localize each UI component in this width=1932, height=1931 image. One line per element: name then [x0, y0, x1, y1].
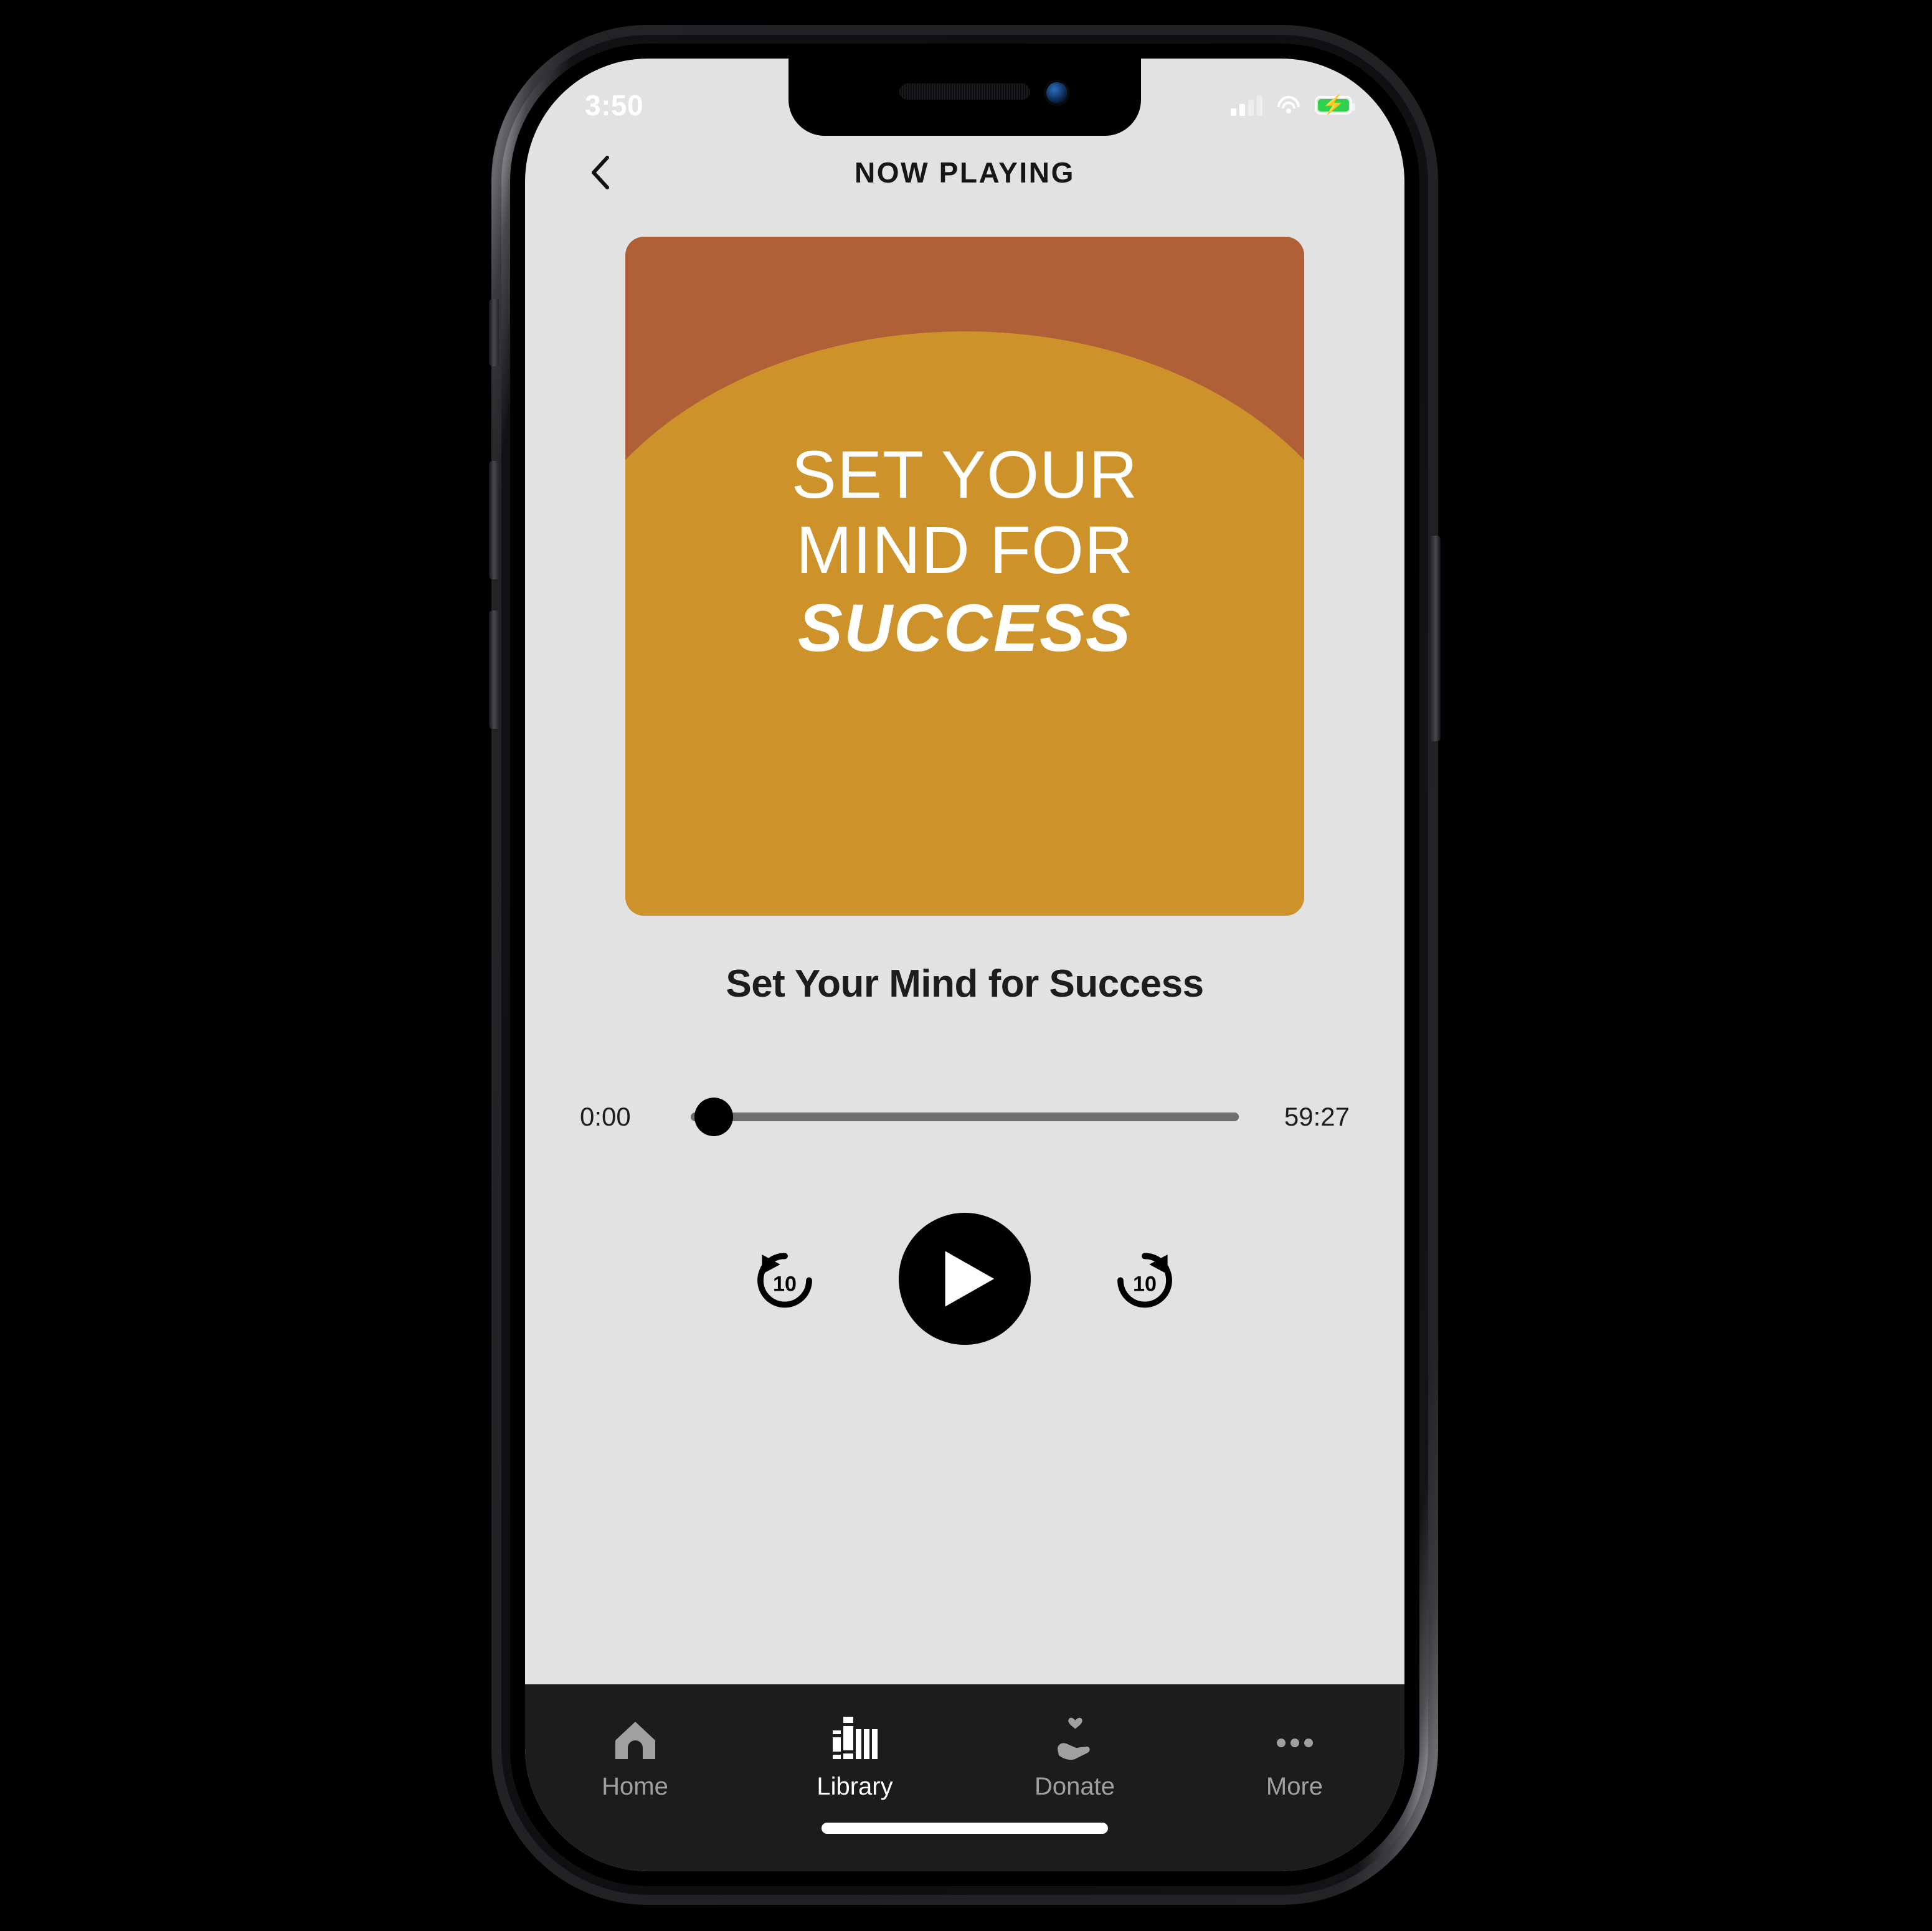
- album-art-container: SET YOUR MIND FOR SUCCESS: [525, 209, 1404, 916]
- album-artwork[interactable]: SET YOUR MIND FOR SUCCESS: [625, 237, 1304, 916]
- elapsed-time-label: 0:00: [580, 1102, 631, 1131]
- phone-screen: 3:50 ⚡ NOW PLAYING SET YOUR MIND FOR SUC…: [525, 59, 1404, 1871]
- artwork-line-1: SET YOUR: [791, 437, 1139, 512]
- progress-track: [691, 1113, 1239, 1121]
- signal-bars-icon: [1231, 95, 1262, 116]
- earpiece-speaker-icon: [899, 83, 1030, 100]
- track-title: Set Your Mind for Success: [726, 962, 1204, 1005]
- home-indicator[interactable]: [822, 1823, 1108, 1834]
- tab-library-label: Library: [817, 1773, 893, 1800]
- power-button[interactable]: [1431, 536, 1441, 741]
- svg-text:10: 10: [1133, 1273, 1157, 1296]
- home-icon: [613, 1715, 658, 1762]
- playback-controls: 10 10: [525, 1213, 1404, 1345]
- artwork-line-3: SUCCESS: [797, 589, 1132, 665]
- play-button[interactable]: [899, 1213, 1031, 1345]
- ellipsis-icon: [1271, 1715, 1319, 1762]
- nav-bar: NOW PLAYING: [525, 136, 1404, 209]
- progress-slider[interactable]: [691, 1098, 1239, 1136]
- tab-more[interactable]: More: [1185, 1715, 1404, 1801]
- mute-switch-button[interactable]: [489, 299, 499, 366]
- tab-home[interactable]: Home: [525, 1715, 745, 1801]
- page-title: NOW PLAYING: [854, 156, 1076, 189]
- status-bar-indicators: ⚡: [1231, 95, 1355, 116]
- tab-donate[interactable]: Donate: [965, 1715, 1185, 1801]
- front-camera-icon: [1046, 82, 1068, 103]
- rewind-10-icon[interactable]: 10: [747, 1241, 823, 1317]
- tab-library[interactable]: Library: [745, 1715, 965, 1801]
- tab-donate-label: Donate: [1035, 1773, 1115, 1800]
- status-bar-clock: 3:50: [585, 89, 644, 121]
- tab-home-label: Home: [602, 1773, 668, 1800]
- tab-bar: Home Library Donate More: [525, 1684, 1404, 1871]
- chevron-left-icon: [592, 156, 609, 189]
- notch: [788, 59, 1141, 136]
- back-button[interactable]: [579, 150, 623, 195]
- battery-charging-icon: ⚡: [1315, 95, 1355, 115]
- charging-bolt-icon: ⚡: [1322, 95, 1345, 115]
- volume-up-button[interactable]: [489, 461, 499, 579]
- progress-section: 0:00 59:27: [525, 1098, 1404, 1136]
- svg-text:10: 10: [773, 1273, 797, 1296]
- screenshot-stage: 3:50 ⚡ NOW PLAYING SET YOUR MIND FOR SUC…: [0, 0, 1932, 1931]
- volume-down-button[interactable]: [489, 610, 499, 729]
- hand-heart-icon: [1051, 1715, 1099, 1762]
- progress-thumb[interactable]: [694, 1098, 733, 1136]
- books-icon: [831, 1715, 879, 1762]
- tab-more-label: More: [1266, 1773, 1324, 1800]
- phone-device-frame: 3:50 ⚡ NOW PLAYING SET YOUR MIND FOR SUC…: [489, 25, 1441, 1905]
- artwork-text: SET YOUR MIND FOR SUCCESS: [625, 437, 1304, 666]
- wifi-icon: [1276, 96, 1301, 115]
- play-icon: [945, 1251, 995, 1307]
- total-time-label: 59:27: [1284, 1102, 1350, 1131]
- forward-10-icon[interactable]: 10: [1107, 1241, 1183, 1317]
- artwork-line-2: MIND FOR: [796, 511, 1134, 587]
